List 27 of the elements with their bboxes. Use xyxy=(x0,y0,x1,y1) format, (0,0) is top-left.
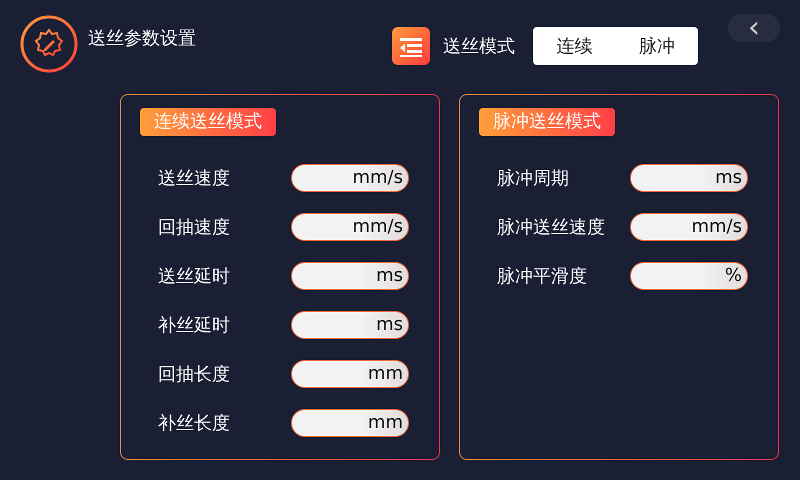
parameter-label: 回抽速度 xyxy=(158,216,231,239)
mode-label: 送丝模式 xyxy=(443,35,515,58)
input-field[interactable]: mm/s xyxy=(291,164,409,192)
input-field[interactable]: ms xyxy=(291,311,409,339)
list-icon xyxy=(392,27,430,65)
settings-icon[interactable] xyxy=(20,15,78,73)
parameter-label: 脉冲周期 xyxy=(497,167,570,190)
parameter-label: 脉冲平滑度 xyxy=(497,265,588,288)
input-field[interactable]: mm/s xyxy=(630,213,748,241)
mode-option[interactable]: 脉冲 xyxy=(634,34,679,58)
input-field[interactable]: mm xyxy=(291,360,409,388)
input-field[interactable]: mm/s xyxy=(291,213,409,241)
back-button[interactable]: ‹ xyxy=(728,14,780,42)
parameter-label: 送丝延时 xyxy=(158,265,231,288)
parameter-label: 回抽长度 xyxy=(158,363,231,386)
section-title: 连续送丝模式 xyxy=(140,108,276,136)
input-field[interactable]: ms xyxy=(291,262,409,290)
input-field[interactable]: ms xyxy=(630,164,748,192)
section-title: 脉冲送丝模式 xyxy=(479,108,615,136)
input-field[interactable]: % xyxy=(630,262,748,290)
mode-option[interactable]: 连续 xyxy=(552,34,596,58)
parameter-label: 补丝延时 xyxy=(158,314,231,337)
parameter-label: 补丝长度 xyxy=(158,412,231,435)
parameter-label: 脉冲送丝速度 xyxy=(497,216,606,239)
parameter-label: 送丝速度 xyxy=(158,167,231,190)
input-field[interactable]: mm xyxy=(291,409,409,437)
page-title: 送丝参数设置 xyxy=(88,27,196,50)
